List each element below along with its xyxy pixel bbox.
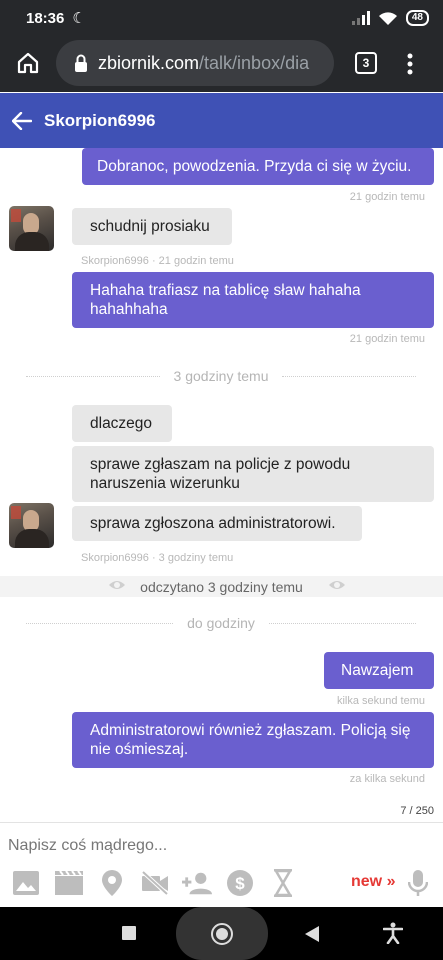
message-timestamp: 21 godzin temu (349, 333, 425, 345)
money-icon[interactable]: $ (225, 868, 255, 898)
system-nav-bar (0, 907, 443, 960)
time-divider: 3 godziny temu (26, 366, 417, 386)
message-incoming[interactable]: dlaczego (72, 405, 172, 442)
signal-icon (351, 11, 370, 25)
message-timestamp: za kilka sekund (349, 773, 425, 785)
wifi-icon (378, 11, 397, 25)
message-sender-timestamp: Skorpion6996 · 3 godziny temu (81, 552, 234, 564)
svg-text:$: $ (235, 874, 245, 893)
location-icon[interactable] (97, 868, 127, 898)
contact-name[interactable]: Skorpion6996 (44, 111, 156, 131)
lock-icon (75, 54, 87, 72)
address-bar[interactable]: zbiornik.com/talk/inbox/dia (56, 40, 334, 86)
image-icon[interactable] (11, 868, 41, 898)
message-incoming[interactable]: sprawa zgłoszona administratorowi. (72, 506, 362, 541)
back-arrow-icon[interactable] (12, 111, 32, 130)
battery-indicator: 48 (405, 10, 429, 26)
message-sender-timestamp: Skorpion6996 · 21 godzin temu (81, 255, 234, 267)
home-icon[interactable] (16, 51, 40, 75)
time-divider-label: 3 godziny temu (173, 368, 269, 384)
url-path: /talk/inbox/dia (199, 52, 310, 73)
url-domain: zbiornik.com (98, 52, 200, 73)
home-button[interactable] (176, 907, 268, 960)
do-not-disturb-icon: ☾ (72, 10, 86, 27)
message-outgoing[interactable]: Nawzajem (324, 652, 434, 689)
message-composer: $ new » (0, 822, 443, 907)
message-outgoing[interactable]: Dobranoc, powodzenia. Przyda ci się w ży… (82, 148, 434, 185)
read-receipt-text: odczytano 3 godziny temu (140, 578, 303, 595)
clock: 18:36 (26, 9, 65, 27)
accessibility-icon[interactable] (383, 922, 403, 944)
new-features-link[interactable]: new » (351, 873, 395, 891)
avatar[interactable] (9, 503, 54, 548)
message-outgoing[interactable]: Hahaha trafiasz na tablicę sław hahaha h… (72, 272, 434, 328)
char-counter: 7 / 250 (400, 805, 434, 817)
tab-switcher-button[interactable]: 3 (355, 52, 377, 74)
browser-toolbar: zbiornik.com/talk/inbox/dia 3 (0, 36, 443, 92)
url-text: zbiornik.com/talk/inbox/dia (98, 53, 309, 74)
time-divider: do godziny (26, 613, 416, 633)
home-circle-icon (211, 923, 233, 945)
eye-icon (109, 581, 125, 589)
message-incoming[interactable]: sprawe zgłaszam na policje z powodu naru… (72, 446, 434, 502)
microphone-icon[interactable] (403, 868, 433, 898)
video-off-icon[interactable] (140, 868, 170, 898)
eye-icon (329, 581, 345, 589)
status-bar: 18:36 ☾ 48 (0, 0, 443, 36)
back-triangle-icon[interactable] (304, 925, 320, 943)
read-receipt: odczytano 3 godziny temu (0, 576, 443, 597)
message-input[interactable] (8, 833, 428, 859)
time-divider-label: do godziny (187, 615, 255, 631)
message-incoming[interactable]: schudnij prosiaku (72, 208, 232, 245)
message-outgoing[interactable]: Administratorowi również zgłaszam. Polic… (72, 712, 434, 768)
video-icon[interactable] (54, 868, 84, 898)
more-options-icon[interactable] (405, 52, 415, 76)
add-person-icon[interactable] (182, 868, 212, 898)
chat-header: Skorpion6996 (0, 93, 443, 148)
message-timestamp: 21 godzin temu (349, 191, 425, 203)
hourglass-icon[interactable] (268, 868, 298, 898)
avatar[interactable] (9, 206, 54, 251)
recents-icon[interactable] (122, 926, 136, 940)
message-timestamp: kilka sekund temu (336, 695, 425, 707)
